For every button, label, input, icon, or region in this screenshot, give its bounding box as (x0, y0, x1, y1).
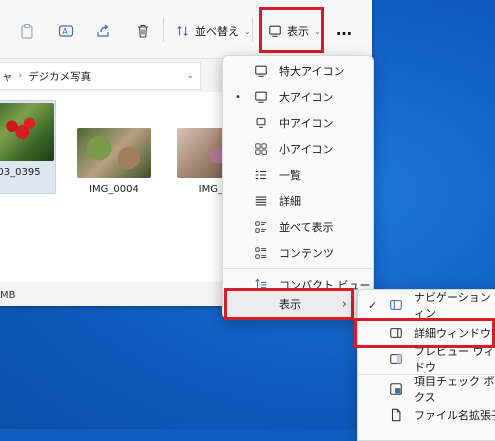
file-name: 03_0395 (0, 167, 41, 178)
tiles-icon (253, 219, 269, 235)
menu-item-label: 小アイコン (279, 143, 334, 156)
monitor-icon (253, 63, 269, 79)
show-submenu: ✓ ナビゲーション ウィン 詳細ウィンドウ プレビュー ウィンドウ 項目チェック… (357, 289, 495, 441)
monitor-small-icon (253, 115, 269, 131)
file-icon (388, 407, 404, 423)
file-item[interactable]: 03_0395 (0, 100, 56, 194)
delete-icon[interactable] (132, 20, 154, 42)
content-icon (253, 245, 269, 261)
photo-thumbnail (0, 103, 54, 161)
file-item[interactable]: IMG_0004 (76, 128, 152, 195)
chevron-right-icon: › (18, 71, 23, 81)
menu-item-label: ナビゲーション ウィン (414, 291, 495, 320)
menu-item-small-icons[interactable]: 小アイコン (223, 136, 373, 162)
details-icon (253, 193, 269, 209)
menu-item-navigation-pane[interactable]: ✓ ナビゲーション ウィン (358, 291, 495, 320)
photo-thumbnail (77, 128, 151, 178)
menu-item-item-checkboxes[interactable]: 項目チェック ボックス (358, 375, 495, 404)
menu-item-medium-icons[interactable]: 中アイコン (223, 110, 373, 136)
menu-item-label: 詳細 (279, 195, 301, 208)
check-icon: ✓ (368, 298, 378, 312)
menu-divider (223, 268, 373, 269)
menu-item-label: 特大アイコン (279, 65, 345, 78)
nav-pane-icon (388, 297, 404, 313)
menu-item-file-extensions[interactable]: ファイル名拡張子 (358, 402, 495, 428)
file-name: IMG_0004 (89, 184, 139, 195)
toolbar-divider (252, 18, 253, 42)
rename-icon[interactable]: A (55, 20, 77, 42)
sort-button[interactable]: 並べ替え ⌄ (170, 18, 257, 44)
menu-item-tiles[interactable]: 並べて表示 (223, 214, 373, 240)
grid-icon (253, 141, 269, 157)
menu-item-extra-large-icons[interactable]: 特大アイコン (223, 58, 373, 84)
menu-item-preview-pane[interactable]: プレビュー ウィンドウ (358, 345, 495, 374)
chevron-down-icon: ⌄ (244, 26, 251, 36)
menu-item-large-icons[interactable]: • 大アイコン (223, 84, 373, 110)
address-bar[interactable]: ャ › デジカメ写真 ⌄ (0, 62, 201, 90)
menu-item-content[interactable]: コンテンツ (223, 240, 373, 266)
selected-marker: • (235, 91, 241, 103)
menu-item-label: 大アイコン (279, 91, 334, 104)
breadcrumb-prefix: ャ (2, 70, 13, 83)
sort-label: 並べ替え (195, 25, 239, 38)
menu-item-label: 中アイコン (279, 117, 334, 130)
menu-item-label: コンテンツ (279, 247, 334, 260)
menu-item-list[interactable]: 一覧 (223, 162, 373, 188)
details-pane-highlight (354, 318, 495, 348)
status-bar-size: MB (0, 290, 16, 301)
menu-item-label: 並べて表示 (279, 221, 334, 234)
svg-text:A: A (62, 27, 68, 36)
chevron-down-icon[interactable]: ⌄ (186, 71, 194, 81)
view-button-highlight (259, 7, 324, 53)
sort-icon (177, 25, 188, 37)
show-item-highlight (224, 288, 354, 320)
toolbar-divider (163, 18, 164, 42)
menu-item-details[interactable]: 詳細 (223, 188, 373, 214)
menu-item-label: 項目チェック ボックス (414, 375, 495, 404)
paste-icon[interactable] (16, 20, 38, 42)
breadcrumb-folder[interactable]: デジカメ写真 (28, 69, 91, 84)
menu-item-label: 一覧 (279, 169, 301, 182)
checkbox-icon (388, 381, 404, 397)
share-icon[interactable] (92, 20, 114, 42)
list-icon (253, 167, 269, 183)
monitor-icon (253, 89, 269, 105)
more-options-button[interactable]: … (330, 16, 359, 42)
view-menu: 特大アイコン • 大アイコン 中アイコン 小アイコン 一覧 詳細 並べて表示 コ… (222, 55, 374, 319)
preview-pane-icon (388, 351, 404, 367)
menu-item-label: ファイル名拡張子 (414, 409, 495, 422)
